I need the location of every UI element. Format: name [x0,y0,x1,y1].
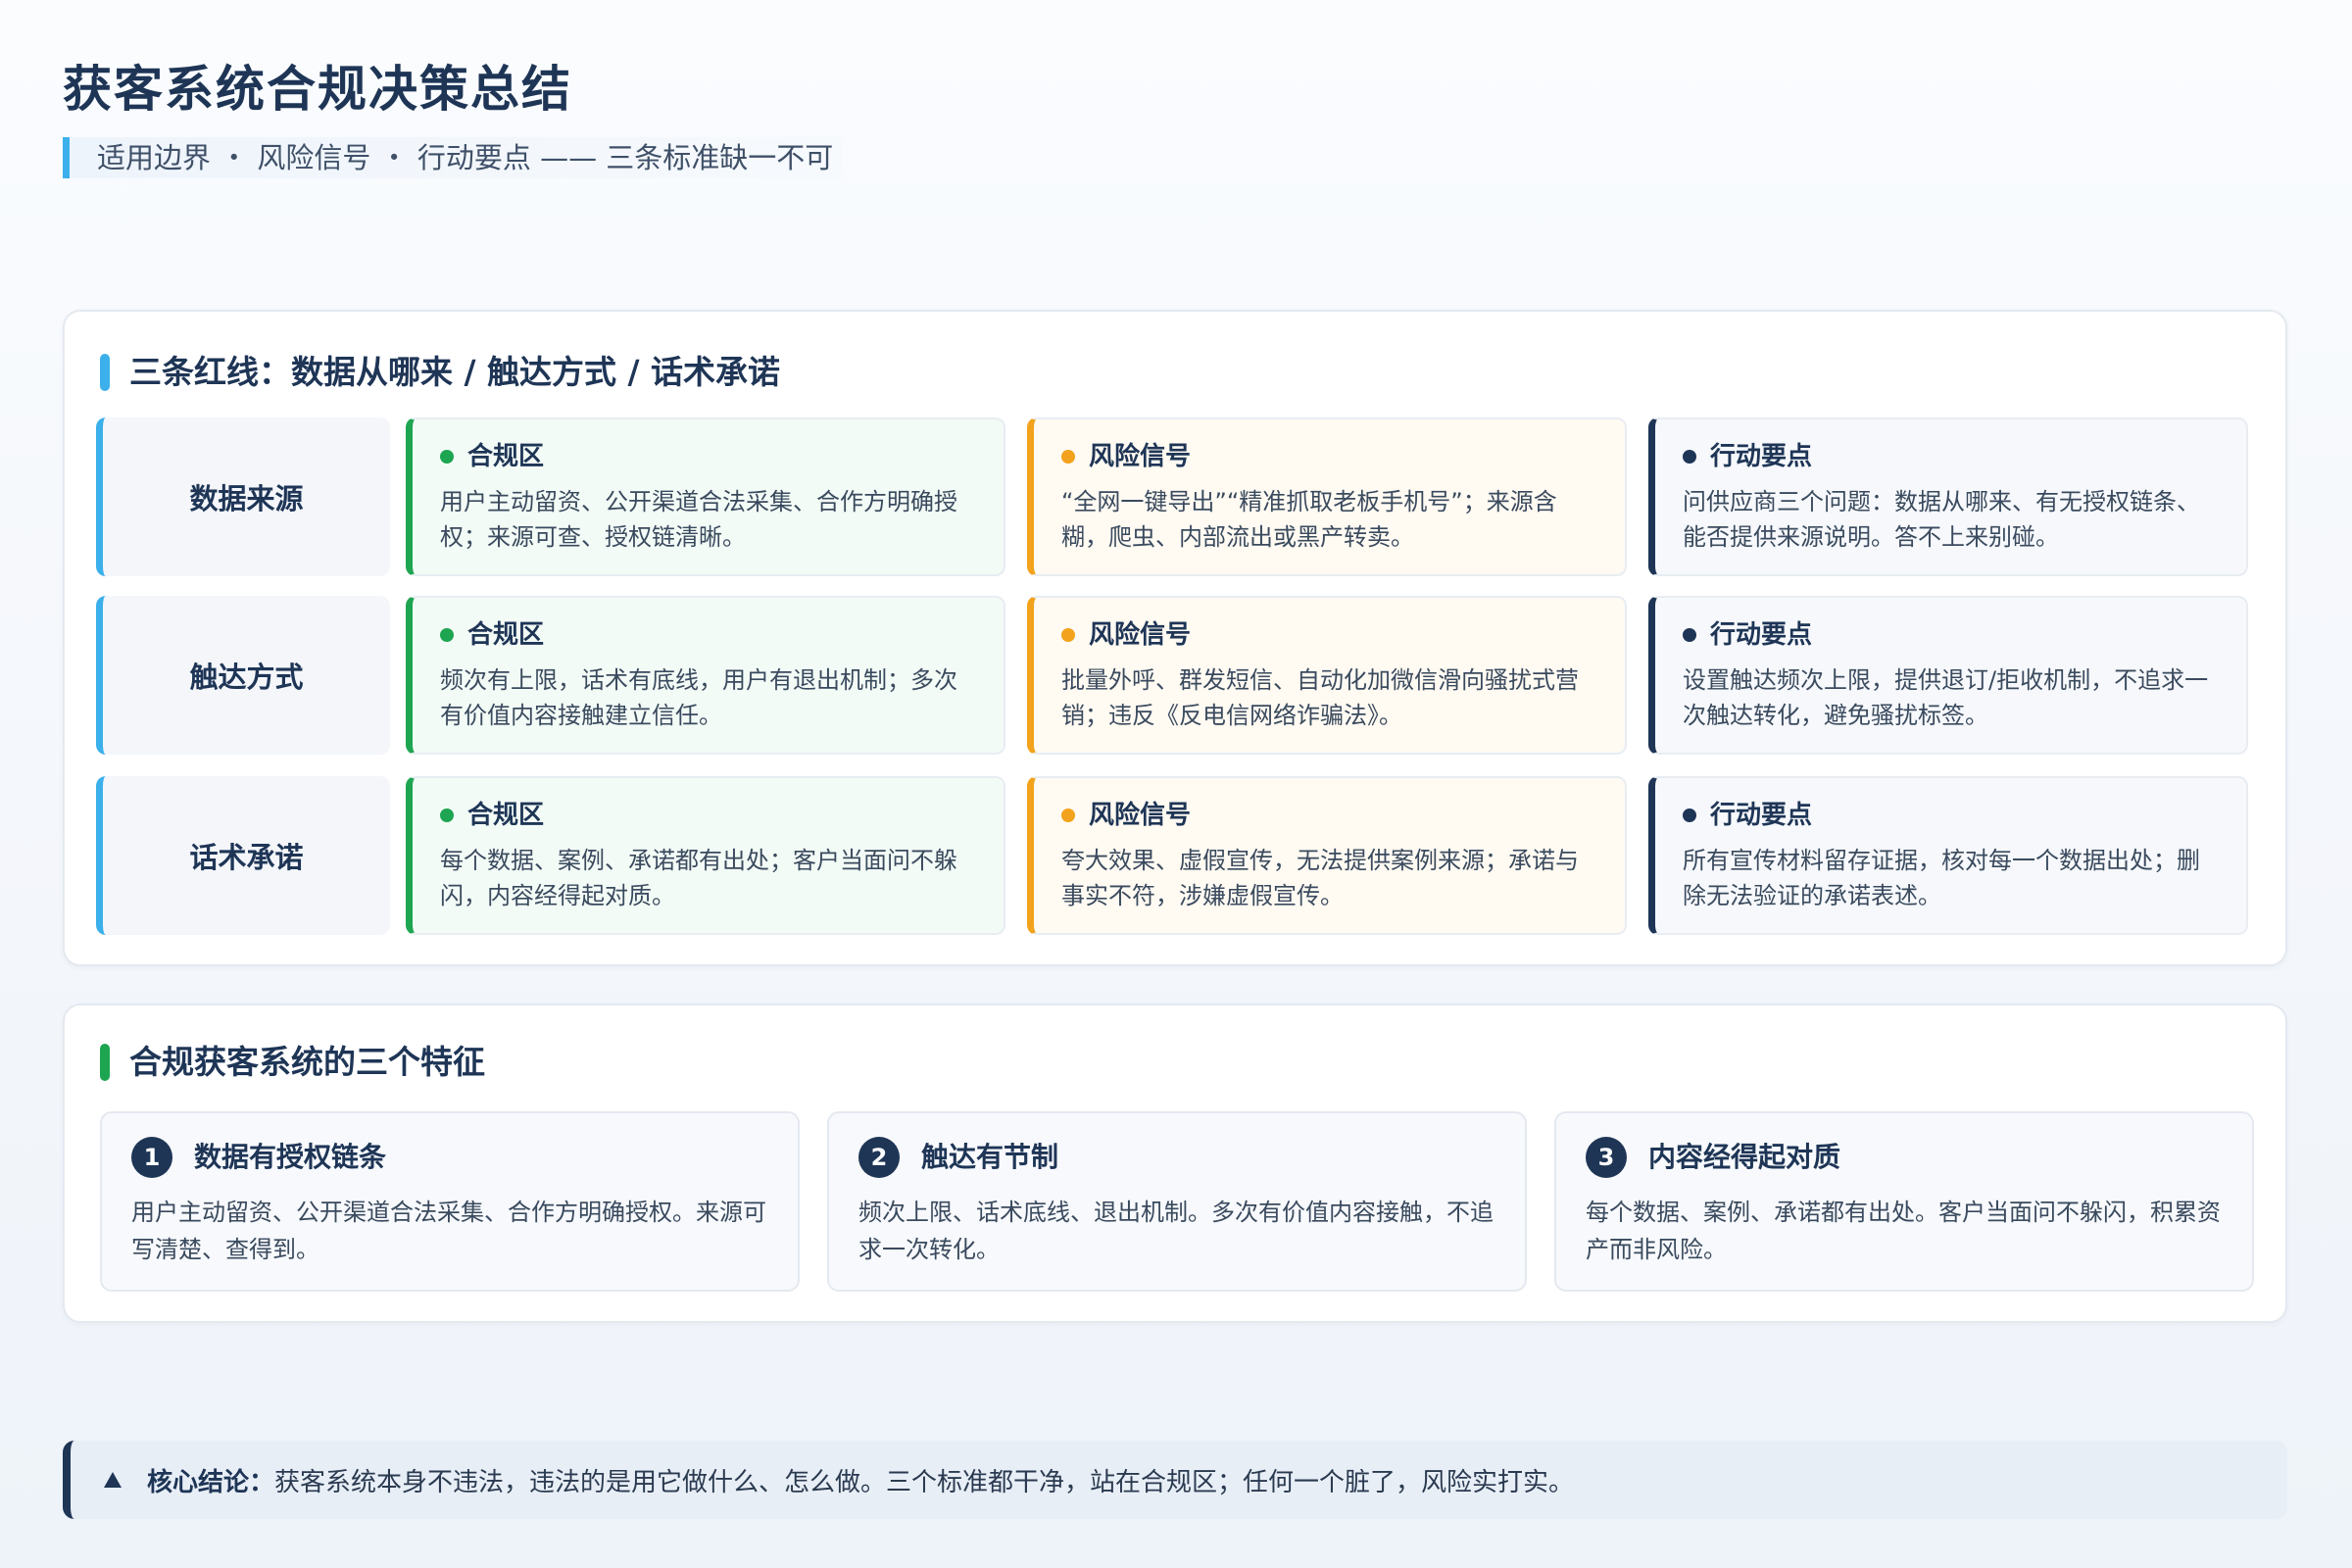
warning-triangle-icon [104,1472,122,1488]
card-heading: 风险信号 [1089,620,1192,650]
feature-body: 频次上限、话术底线、退出机制。多次有价值内容接触，不追求一次转化。 [858,1199,1494,1263]
redlines-panel: 三条红线：数据从哪来 / 触达方式 / 话术承诺 数据来源 合规区 用户主动留资… [63,310,2287,966]
card-body: “全网一键导出”“精准抓取老板手机号”；来源含糊，爬虫、内部流出或黑产转卖。 [1061,488,1557,551]
conclusion-text: 获客系统本身不违法，违法的是用它做什么、怎么做。三个标准都干净，站在合规区；任何… [274,1467,1575,1497]
page-title: 获客系统合规决策总结 [63,61,572,118]
green-dot-icon [440,628,454,642]
feature-card-restraint: 2 触达有节制 频次上限、话术底线、退出机制。多次有价值内容接触，不追求一次转化… [827,1111,1527,1292]
features-panel: 合规获客系统的三个特征 1 数据有授权链条 用户主动留资、公开渠道合法采集、合作… [63,1004,2287,1323]
features-title-text: 合规获客系统的三个特征 [129,1043,485,1081]
card-body: 设置触达频次上限，提供退订/拒收机制，不追求一次触达转化，避免骚扰标签。 [1683,666,2209,729]
card-heading: 合规区 [467,620,545,650]
feature-title: 触达有节制 [921,1141,1059,1173]
redlines-title-text: 三条红线：数据从哪来 / 触达方式 / 话术承诺 [129,353,781,391]
compliance-zone-card: 合规区 频次有上限，话术有底线，用户有退出机制；多次有价值内容接触建立信任。 [406,596,1005,755]
number-badge: 1 [131,1137,172,1178]
navy-dot-icon [1683,450,1696,464]
feature-body: 用户主动留资、公开渠道合法采集、合作方明确授权。来源可写清楚、查得到。 [131,1199,766,1263]
redline-row-data-source: 数据来源 合规区 用户主动留资、公开渠道合法采集、合作方明确授权；来源可查、授权… [96,417,2258,576]
action-point-card: 行动要点 设置触达频次上限，提供退订/拒收机制，不追求一次触达转化，避免骚扰标签… [1648,596,2248,755]
redline-row-pitch-promise: 话术承诺 合规区 每个数据、案例、承诺都有出处；客户当面问不躲闪，内容经得起对质… [96,776,2258,935]
page-subtitle: 适用边界 ・ 风险信号 ・ 行动要点 —— 三条标准缺一不可 [63,137,844,178]
action-point-card: 行动要点 问供应商三个问题：数据从哪来、有无授权链条、能否提供来源说明。答不上来… [1648,417,2248,576]
card-heading: 行动要点 [1710,620,1813,650]
card-body: 频次有上限，话术有底线，用户有退出机制；多次有价值内容接触建立信任。 [440,666,957,729]
redlines-panel-title: 三条红线：数据从哪来 / 触达方式 / 话术承诺 [100,351,780,394]
navy-dot-icon [1683,808,1696,822]
card-heading: 合规区 [467,801,545,830]
orange-dot-icon [1061,628,1075,642]
feature-card-authorization: 1 数据有授权链条 用户主动留资、公开渠道合法采集、合作方明确授权。来源可写清楚… [100,1111,800,1292]
core-conclusion-banner: 核心结论： 获客系统本身不违法，违法的是用它做什么、怎么做。三个标准都干净，站在… [63,1441,2287,1519]
feature-body: 每个数据、案例、承诺都有出处。客户当面问不躲闪，积累资产而非风险。 [1586,1199,2221,1263]
title-accent-bar [100,1044,110,1081]
redline-row-reach-method: 触达方式 合规区 频次有上限，话术有底线，用户有退出机制；多次有价值内容接触建立… [96,596,2258,755]
compliance-zone-card: 合规区 每个数据、案例、承诺都有出处；客户当面问不躲闪，内容经得起对质。 [406,776,1005,935]
card-heading: 行动要点 [1710,801,1813,830]
row-label: 话术承诺 [96,776,390,935]
conclusion-label: 核心结论： [147,1467,275,1497]
card-body: 用户主动留资、公开渠道合法采集、合作方明确授权；来源可查、授权链清晰。 [440,488,957,551]
card-heading: 行动要点 [1710,442,1813,471]
page-header: 获客系统合规决策总结 适用边界 ・ 风险信号 ・ 行动要点 —— 三条标准缺一不… [63,57,1239,178]
orange-dot-icon [1061,808,1075,822]
orange-dot-icon [1061,450,1075,464]
feature-card-verifiable: 3 内容经得起对质 每个数据、案例、承诺都有出处。客户当面问不躲闪，积累资产而非… [1554,1111,2254,1292]
row-label: 触达方式 [96,596,390,755]
feature-title: 数据有授权链条 [194,1141,387,1173]
card-body: 每个数据、案例、承诺都有出处；客户当面问不躲闪，内容经得起对质。 [440,847,957,909]
number-badge: 3 [1586,1137,1627,1178]
card-body: 问供应商三个问题：数据从哪来、有无授权链条、能否提供来源说明。答不上来别碰。 [1683,488,2200,551]
feature-title: 内容经得起对质 [1648,1141,1841,1173]
green-dot-icon [440,808,454,822]
navy-dot-icon [1683,628,1696,642]
number-badge: 2 [858,1137,900,1178]
title-accent-bar [100,354,110,391]
card-body: 批量外呼、群发短信、自动化加微信滑向骚扰式营销；违反《反电信网络诈骗法》。 [1061,666,1579,729]
risk-signal-card: 风险信号 “全网一键导出”“精准抓取老板手机号”；来源含糊，爬虫、内部流出或黑产… [1027,417,1627,576]
card-body: 夸大效果、虚假宣传，无法提供案例来源；承诺与事实不符，涉嫌虚假宣传。 [1061,847,1579,909]
card-body: 所有宣传材料留存证据，核对每一个数据出处；删除无法验证的承诺表述。 [1683,847,2200,909]
compliance-zone-card: 合规区 用户主动留资、公开渠道合法采集、合作方明确授权；来源可查、授权链清晰。 [406,417,1005,576]
card-heading: 合规区 [467,442,545,471]
card-heading: 风险信号 [1089,442,1192,471]
green-dot-icon [440,450,454,464]
risk-signal-card: 风险信号 批量外呼、群发短信、自动化加微信滑向骚扰式营销；违反《反电信网络诈骗法… [1027,596,1627,755]
action-point-card: 行动要点 所有宣传材料留存证据，核对每一个数据出处；删除无法验证的承诺表述。 [1648,776,2248,935]
card-heading: 风险信号 [1089,801,1192,830]
features-panel-title: 合规获客系统的三个特征 [100,1041,485,1084]
risk-signal-card: 风险信号 夸大效果、虚假宣传，无法提供案例来源；承诺与事实不符，涉嫌虚假宣传。 [1027,776,1627,935]
row-label: 数据来源 [96,417,390,576]
